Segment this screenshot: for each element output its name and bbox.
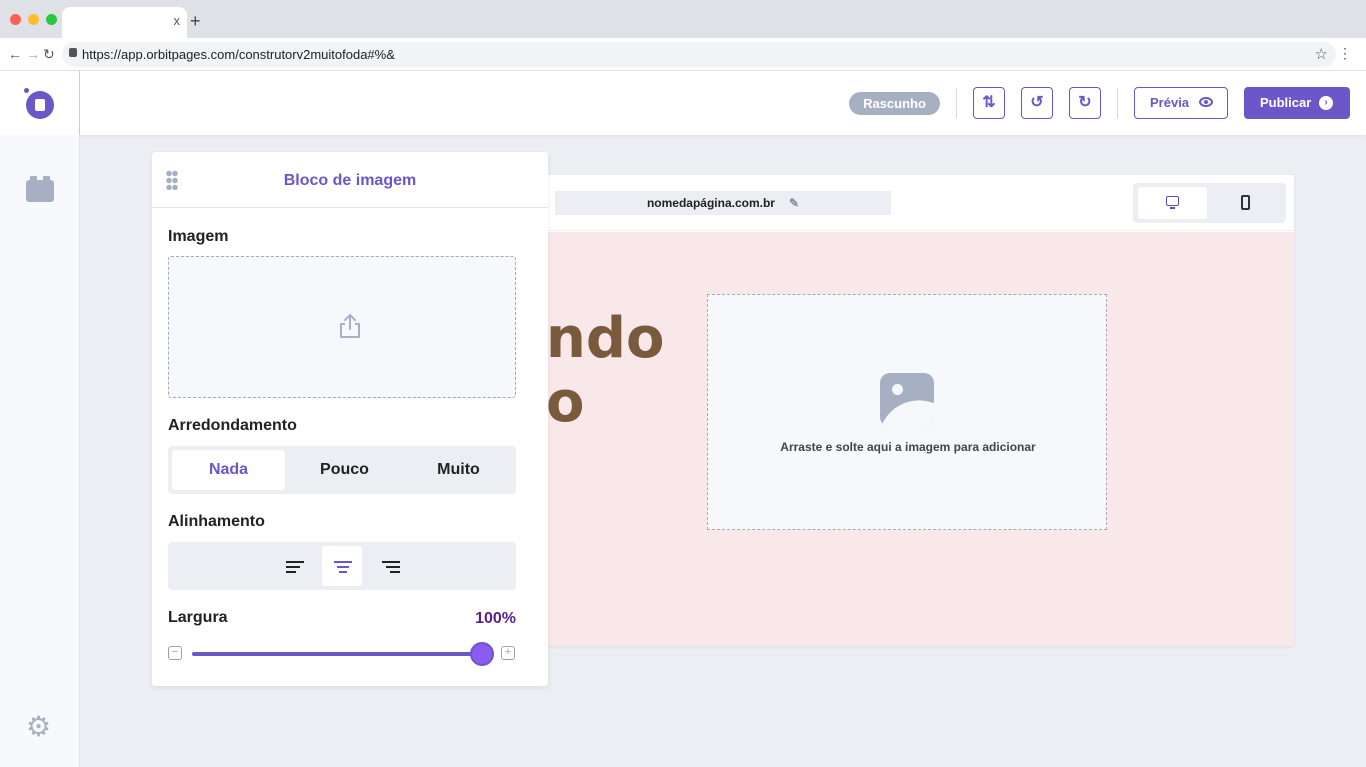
header-divider: [956, 88, 957, 118]
image-block-panel: Bloco de imagem Imagem Arredondamento Na…: [152, 152, 548, 686]
image-label: Imagem: [168, 228, 229, 245]
align-center-icon: [334, 561, 352, 576]
forward-icon[interactable]: →: [26, 46, 40, 62]
page-canvas: nomedapágina.com.br ✎ ndo o Arraste e sol…: [546, 175, 1294, 646]
publish-button[interactable]: Publicar ›: [1244, 87, 1350, 119]
mobile-view-button[interactable]: [1241, 195, 1250, 210]
width-slider-thumb[interactable]: [470, 642, 494, 666]
rounding-option-muito[interactable]: Muito: [402, 450, 515, 490]
tab-close-icon[interactable]: x: [174, 13, 181, 28]
rounding-label: Arredondamento: [168, 417, 297, 434]
url-text: https://app.orbitpages.com/construtorv2m…: [82, 47, 395, 62]
status-badge: Rascunho: [849, 92, 940, 115]
browser-tab[interactable]: x: [62, 7, 187, 38]
gear-icon[interactable]: ⚙: [26, 713, 51, 741]
width-value: 100%: [475, 610, 516, 627]
left-sidebar: ⚙: [0, 135, 80, 767]
reload-icon[interactable]: ↻: [43, 46, 55, 63]
width-label: Largura: [168, 609, 228, 626]
url-field[interactable]: https://app.orbitpages.com/construtorv2m…: [62, 42, 1336, 67]
rounding-selector: Nada Pouco Muito: [168, 446, 516, 494]
rounding-option-pouco[interactable]: Pouco: [288, 450, 401, 490]
hero-line: o: [546, 370, 585, 435]
redo-button[interactable]: ↻: [1069, 87, 1101, 119]
close-window-button[interactable]: [10, 14, 21, 25]
align-center-button[interactable]: [322, 546, 362, 586]
blocks-icon[interactable]: [26, 176, 54, 202]
undo-icon: ↺: [1030, 94, 1044, 111]
swap-arrows-icon: ⇅: [982, 94, 996, 111]
redo-icon: ↻: [1078, 94, 1092, 111]
swap-order-button[interactable]: ⇅: [973, 87, 1005, 119]
device-switcher: [1133, 183, 1286, 223]
eye-icon: [1199, 97, 1213, 107]
browser-menu-icon[interactable]: ⋮: [1338, 45, 1352, 62]
panel-header: Bloco de imagem: [152, 152, 548, 208]
orbitpages-logo[interactable]: [26, 91, 54, 119]
upload-icon: [340, 314, 360, 338]
preview-button[interactable]: Prévia: [1134, 87, 1228, 119]
page-domain: nomedapágina.com.br: [646, 196, 775, 210]
image-placeholder-icon: [880, 373, 934, 427]
panel-title: Bloco de imagem: [283, 172, 417, 189]
lock-icon: [69, 48, 77, 57]
back-icon[interactable]: ←: [8, 46, 22, 62]
bookmark-star-icon[interactable]: ☆: [1315, 45, 1328, 63]
new-tab-button[interactable]: +: [190, 11, 201, 32]
window-controls: [10, 14, 57, 25]
dropzone-text: Arraste e solte aqui a imagem para adici…: [780, 440, 1036, 454]
address-bar: ← → ↻ https://app.orbitpages.com/constru…: [0, 38, 1366, 71]
app-header: Rascunho ⇅ ↺ ↻ Prévia Publicar ›: [0, 71, 1366, 135]
preview-label: Prévia: [1150, 95, 1190, 110]
publish-label: Publicar: [1260, 95, 1312, 110]
monitor-icon: [1166, 196, 1179, 209]
undo-button[interactable]: ↺: [1021, 87, 1053, 119]
width-slider-track[interactable]: [192, 652, 482, 656]
image-dropzone[interactable]: Arraste e solte aqui a imagem para adici…: [707, 294, 1107, 530]
pencil-icon[interactable]: ✎: [789, 196, 799, 210]
canvas-section[interactable]: ndo o Arraste e solte aqui a imagem para…: [546, 232, 1294, 646]
align-left-icon: [286, 561, 304, 576]
align-right-button[interactable]: [370, 546, 410, 586]
header-divider: [79, 71, 80, 135]
logo-dot: [24, 88, 29, 93]
hero-line: ndo: [546, 306, 665, 371]
minimize-window-button[interactable]: [28, 14, 39, 25]
width-decrease-button[interactable]: −: [168, 646, 182, 660]
image-upload-area[interactable]: [168, 256, 516, 398]
page-domain-field[interactable]: nomedapágina.com.br ✎: [555, 191, 891, 215]
alignment-selector: [168, 542, 516, 590]
canvas-toolbar: nomedapágina.com.br ✎: [546, 175, 1294, 231]
maximize-window-button[interactable]: [46, 14, 57, 25]
header-divider: [1117, 88, 1118, 118]
hero-heading[interactable]: ndo o: [546, 307, 664, 435]
align-left-button[interactable]: [274, 546, 314, 586]
rounding-option-nada[interactable]: Nada: [172, 450, 285, 490]
arrow-right-circle-icon: ›: [1319, 96, 1333, 110]
desktop-view-button[interactable]: [1138, 187, 1207, 219]
width-increase-button[interactable]: +: [501, 646, 515, 660]
browser-tab-bar: x +: [0, 0, 1366, 38]
align-right-icon: [382, 561, 400, 576]
alignment-label: Alinhamento: [168, 513, 265, 530]
